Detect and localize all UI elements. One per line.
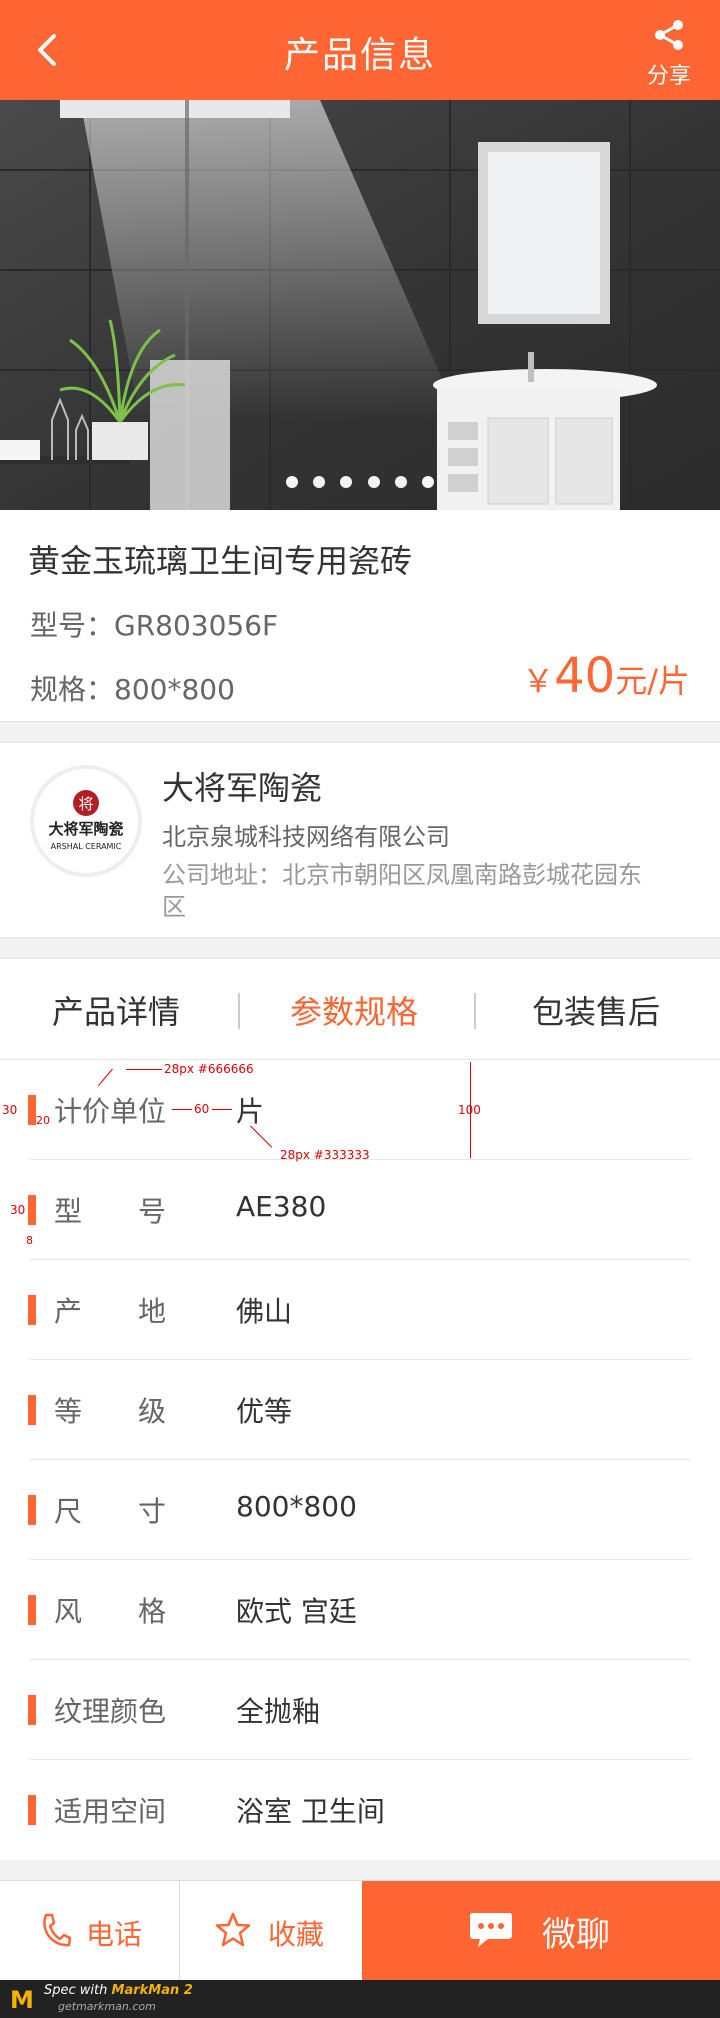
row-marker [28, 1295, 36, 1325]
tab-divider [238, 993, 240, 1029]
detail-tabs: 产品详情 参数规格 包装售后 [0, 958, 720, 1060]
product-info-card: 黄金玉琉璃卫生间专用瓷砖 型号：GR803056F 规格：800*800 ￥40… [0, 510, 720, 722]
row-marker [28, 1395, 36, 1425]
row-marker [28, 1495, 36, 1525]
favorite-button[interactable]: 收藏 [180, 1881, 362, 1981]
phone-label: 电话 [86, 1918, 143, 1951]
page-title: 产品信息 [283, 35, 436, 76]
parameter-list: 计价单位 片 型 号 AE380 产 地 佛山 等 级 优等 尺 寸 800*8… [0, 1060, 720, 1860]
company-address: 公司地址：北京市朝阳区凤凰南路彭城花园东区 [162, 861, 642, 921]
annotation-bar-width: 20 [36, 1114, 50, 1127]
parameter-label: 风 格 [54, 1595, 167, 1628]
carousel-dot[interactable] [421, 476, 434, 488]
tab-divider [474, 993, 476, 1029]
carousel-dot[interactable] [340, 476, 353, 488]
price-currency: ￥ [522, 662, 555, 700]
share-button[interactable]: 分享 [644, 18, 694, 90]
tab-parameters[interactable]: 参数规格 [290, 987, 418, 1033]
annotation-bar-height: 30 [2, 1103, 18, 1117]
share-icon [652, 20, 686, 56]
markman-logo-icon: M [10, 1986, 34, 2014]
spec-value: 800*800 [114, 673, 235, 706]
parameter-value: 全抛釉 [236, 1695, 321, 1728]
parameter-row: 适用空间 浴室 卫生间 [0, 1760, 720, 1860]
parameter-label: 计价单位 [54, 1095, 167, 1128]
logo-text: 大将军陶瓷 [48, 820, 123, 838]
chat-bubble-icon [468, 1909, 514, 1958]
price-unit: 元/片 [615, 662, 690, 700]
carousel-indicator [0, 473, 720, 492]
model-label: 型号： [30, 609, 115, 642]
carousel-dot[interactable] [394, 476, 407, 488]
annotation-row-height: 100 [458, 1103, 481, 1117]
parameter-row: 纹理颜色 全抛釉 [0, 1660, 720, 1760]
row-marker [28, 1695, 36, 1725]
parameter-value: 800*800 [236, 1490, 357, 1523]
parameter-value: 片 [236, 1095, 265, 1128]
parameter-value: 佛山 [236, 1295, 293, 1328]
parameter-label: 适用空间 [54, 1795, 167, 1828]
tab-product-details[interactable]: 产品详情 [52, 987, 180, 1033]
parameter-row: 风 格 欧式 宫廷 [0, 1560, 720, 1660]
parameter-row: 等 级 优等 [0, 1360, 720, 1460]
annotation-line [126, 1069, 162, 1070]
price-value: 40 [554, 648, 616, 704]
spec-label: 规格： [30, 673, 115, 706]
annotation-line [212, 1109, 232, 1110]
chat-button[interactable]: 微聊 [362, 1881, 720, 1981]
carousel-dot[interactable] [313, 476, 326, 488]
markman-footer: M Spec with MarkMan 2 getmarkman.com [0, 1980, 720, 2018]
annotation-value-font: 28px #333333 [280, 1148, 370, 1162]
company-name: 大将军陶瓷 [162, 769, 323, 807]
parameter-value: 优等 [236, 1395, 293, 1428]
annotation-label-font: 28px #666666 [164, 1062, 254, 1076]
product-price: ￥40元/片 [522, 648, 690, 704]
row-marker [28, 1595, 36, 1625]
tab-packaging-service[interactable]: 包装售后 [532, 987, 660, 1033]
star-icon [214, 1911, 252, 1956]
annotation-line [172, 1109, 192, 1110]
parameter-row: 产 地 佛山 [0, 1260, 720, 1360]
parameter-label: 纹理颜色 [54, 1695, 167, 1728]
parameter-label: 尺 寸 [54, 1495, 167, 1528]
top-navigation-bar: 产品信息 分享 [0, 0, 720, 100]
logo-seal-text: 将 [78, 795, 93, 813]
markman-brand: Spec with MarkMan 2 [44, 1983, 193, 1998]
model-value: GR803056F [114, 609, 279, 642]
parameter-row: 尺 寸 800*800 [0, 1460, 720, 1560]
annotation-bar-gap: 8 [26, 1234, 33, 1247]
company-organization: 北京泉城科技网络有限公司 [162, 823, 450, 851]
row-marker [28, 1195, 36, 1225]
product-model-row: 型号：GR803056F [30, 604, 278, 644]
markman-brand-line: Spec with [44, 1983, 108, 1998]
parameter-value: 浴室 卫生间 [236, 1795, 385, 1828]
product-image-carousel[interactable] [0, 100, 720, 510]
parameter-value: AE380 [236, 1190, 327, 1223]
parameter-value: 欧式 宫廷 [236, 1595, 357, 1628]
chat-label: 微聊 [542, 1915, 610, 1955]
markman-url: getmarkman.com [58, 2000, 156, 2013]
parameter-label: 产 地 [54, 1295, 167, 1328]
logo-subtext: ARSHAL CERAMIC [51, 842, 122, 851]
share-label: 分享 [646, 64, 691, 89]
favorite-label: 收藏 [268, 1918, 325, 1951]
annotation-bar-height-2: 30 [10, 1203, 26, 1217]
phone-icon [40, 1911, 72, 1956]
product-photo [0, 100, 720, 510]
parameter-label: 等 级 [54, 1395, 167, 1428]
carousel-dot[interactable] [286, 476, 299, 488]
product-spec-row: 规格：800*800 [30, 668, 235, 708]
company-card[interactable]: 将 大将军陶瓷 ARSHAL CERAMIC 大将军陶瓷 北京泉城科技网络有限公… [0, 742, 720, 938]
markman-brand-name: MarkMan 2 [111, 1983, 193, 1998]
carousel-dot[interactable] [367, 476, 380, 488]
parameter-label: 型 号 [54, 1195, 167, 1228]
phone-button[interactable]: 电话 [0, 1881, 180, 1981]
company-logo: 将 大将军陶瓷 ARSHAL CERAMIC [30, 765, 142, 877]
row-marker [28, 1795, 36, 1825]
bottom-action-bar: 电话 收藏 微聊 [0, 1880, 720, 1981]
product-name: 黄金玉琉璃卫生间专用瓷砖 [28, 542, 413, 580]
annotation-gap: 60 [194, 1102, 210, 1116]
parameter-row: 型 号 AE380 [0, 1160, 720, 1260]
row-marker [28, 1095, 36, 1125]
